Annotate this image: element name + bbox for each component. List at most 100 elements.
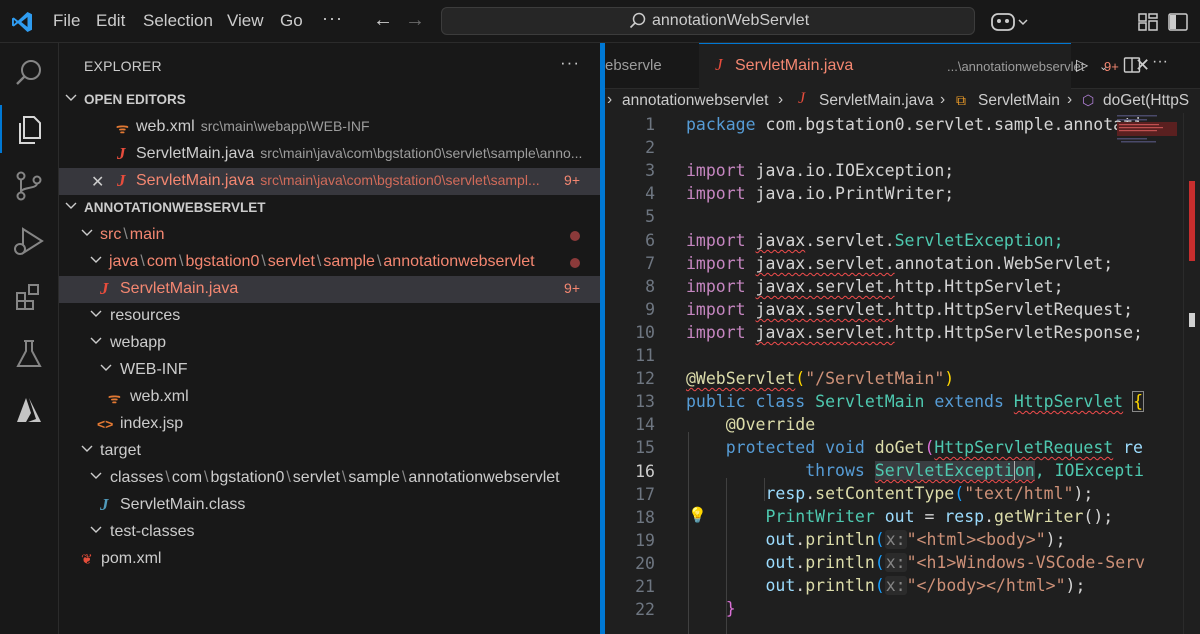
code-line: import javax.servlet.ServletException;: [686, 231, 1064, 250]
more-menus-button[interactable]: ···: [322, 8, 343, 29]
menu-file[interactable]: File: [53, 11, 80, 31]
tree-label: java \ com \ bgstation0 \ servlet \ sample \ annot…: [109, 253, 535, 270]
tree-folder-src[interactable]: src \ main: [59, 222, 600, 249]
code-line: import java.io.PrintWriter;: [686, 184, 955, 203]
chevron-down-icon: [81, 445, 93, 452]
tree-file-indexjsp[interactable]: <> index.jsp: [59, 411, 600, 438]
source-control-activity[interactable]: [0, 157, 59, 213]
class-icon: ⧉: [956, 92, 966, 108]
chevron-right-icon: ›: [940, 91, 946, 108]
breadcrumb-method[interactable]: doGet(HttpS: [1103, 92, 1189, 110]
tree-file-servletmain[interactable]: J ServletMain.java 9+: [59, 276, 600, 303]
breadcrumb-class[interactable]: ServletMain: [978, 92, 1060, 110]
tree-file-servletmain-class[interactable]: J ServletMain.class: [59, 492, 600, 519]
tree-folder-testclasses[interactable]: test-classes: [59, 519, 600, 546]
search-activity[interactable]: [0, 45, 59, 101]
tree-folder-target[interactable]: target: [59, 438, 600, 465]
tree-folder-webinf[interactable]: WEB-INF: [59, 357, 600, 384]
menu-view[interactable]: View: [227, 11, 264, 31]
cursor-marker: [1189, 313, 1195, 327]
run-debug-activity[interactable]: [0, 213, 59, 269]
error-dot: [570, 258, 580, 268]
split-editor-icon[interactable]: [1123, 56, 1141, 74]
menu-selection[interactable]: Selection: [143, 11, 213, 31]
tree-folder-webapp[interactable]: webapp: [59, 330, 600, 357]
tree-file-webxml[interactable]: ᯤ web.xml: [59, 384, 600, 411]
open-editor-item-active[interactable]: ✕ J ServletMain.java src\main\java\com\bg…: [59, 168, 600, 195]
tree-label: target: [100, 442, 141, 459]
line-number: 4: [645, 184, 655, 204]
line-number: 9: [645, 299, 655, 319]
tree-folder-java[interactable]: java \ com \ bgstation0 \ servlet \ sample \ annot…: [59, 249, 600, 276]
title-bar: File Edit Selection View Go ··· ← → anno…: [0, 0, 1200, 43]
editor-tabs: ebservle J ServletMain.java ...\annotati…: [605, 43, 1200, 89]
chevron-down-icon: [90, 472, 102, 479]
explorer-sidebar: EXPLORER ··· OPEN EDITORS ᯤ web.xml src\m…: [59, 43, 600, 634]
extensions-activity[interactable]: [0, 269, 59, 325]
code-line: import javax.servlet.http.HttpServlet;: [686, 277, 1064, 296]
breadcrumb-file[interactable]: ServletMain.java: [819, 92, 934, 110]
menu-edit[interactable]: Edit: [96, 11, 125, 31]
code-editor[interactable]: 1 2 3 4 5 6 7 8 9 10 11 12 13 14 15 16 17 18 19 20 21 22 💡 pa…: [605, 113, 1200, 634]
testing-activity[interactable]: [0, 325, 59, 381]
open-editors-section[interactable]: OPEN EDITORS: [59, 87, 600, 114]
inlay-hint: x:: [884, 530, 907, 549]
java-file-icon: J: [117, 171, 126, 190]
more-actions-icon[interactable]: ···: [1152, 53, 1168, 71]
rss-xml-icon: ᯤ: [108, 390, 121, 406]
open-editor-item[interactable]: J ServletMain.java src\main\java\com\bgst…: [59, 141, 600, 168]
customize-layout-icon[interactable]: [1137, 11, 1159, 33]
menu-go[interactable]: Go: [280, 11, 303, 31]
explorer-more-button[interactable]: ···: [560, 53, 580, 73]
minimap[interactable]: [1117, 113, 1177, 173]
code-line: PrintWriter out = resp.getWriter();: [765, 507, 1114, 526]
code-line-current: throws ServletException, IOExcepti: [805, 461, 1144, 480]
line-number: 11: [635, 346, 655, 365]
tree-label: test-classes: [110, 523, 195, 540]
vertical-scrollbar[interactable]: [1183, 113, 1200, 634]
chevron-down-icon: [90, 256, 102, 263]
toggle-sidebar-icon[interactable]: [1167, 11, 1189, 33]
line-number: 1: [645, 115, 655, 134]
tree-label: webapp: [110, 334, 167, 351]
azure-activity[interactable]: [0, 381, 59, 437]
code-line: out.println(x:"<html><body>");: [765, 530, 1066, 549]
explorer-title: EXPLORER: [84, 58, 162, 74]
rss-xml-icon: ᯤ: [116, 120, 129, 136]
tree-label: ServletMain.class: [120, 496, 246, 513]
java-file-icon: J: [100, 279, 109, 298]
java-file-icon: J: [715, 55, 723, 74]
code-line: resp.setContentType("text/html");: [765, 484, 1094, 503]
forward-arrow-icon[interactable]: →: [405, 9, 425, 32]
tab-description: ...\annotationwebservlet: [947, 59, 1085, 74]
open-editor-item[interactable]: ᯤ web.xml src\main\webapp\WEB-INF: [59, 114, 600, 141]
back-arrow-icon[interactable]: ←: [373, 9, 393, 32]
tree-folder-resources[interactable]: resources: [59, 303, 600, 330]
code-line: @WebServlet("/ServletMain"): [686, 369, 955, 388]
code-line: package com.bgstation0.servlet.sample.an…: [686, 115, 1143, 134]
tree-label: ServletMain.java: [120, 280, 239, 297]
breadcrumb: › annotationwebservlet › J ServletMain.j…: [605, 89, 1200, 113]
command-center-label: annotationWebServlet: [652, 12, 810, 29]
vscode-logo-icon[interactable]: [10, 10, 34, 34]
tree-label: pom.xml: [101, 550, 162, 567]
close-icon[interactable]: ✕: [91, 172, 104, 192]
code-line: }: [725, 599, 736, 618]
extensions-icon: [16, 284, 39, 310]
tree-file-pom[interactable]: ❦ pom.xml: [59, 546, 600, 573]
breadcrumb-folder[interactable]: annotationwebservlet: [622, 92, 769, 110]
run-icon[interactable]: ▷: [1076, 55, 1088, 75]
code-brackets-icon: <>: [97, 416, 114, 432]
chevron-right-icon: ›: [1067, 91, 1073, 108]
copilot-icon[interactable]: [990, 10, 1030, 34]
project-section[interactable]: ANNOTATIONWEBSERVLET: [59, 195, 600, 222]
line-number: 19: [635, 530, 655, 550]
command-center[interactable]: annotationWebServlet: [441, 7, 975, 35]
explorer-activity[interactable]: [0, 101, 59, 157]
tab-servletmain[interactable]: J ServletMain.java ...\annotationwebserv…: [699, 43, 1150, 89]
tree-folder-classes[interactable]: classes \ com \ bgstation0 \ servlet \ sample \ an…: [59, 465, 600, 492]
line-number: 18: [635, 507, 655, 527]
chevron-down-icon[interactable]: ⌄: [1099, 60, 1108, 73]
tab-previous[interactable]: ebservle: [605, 43, 699, 89]
error-marker: [1189, 181, 1195, 261]
